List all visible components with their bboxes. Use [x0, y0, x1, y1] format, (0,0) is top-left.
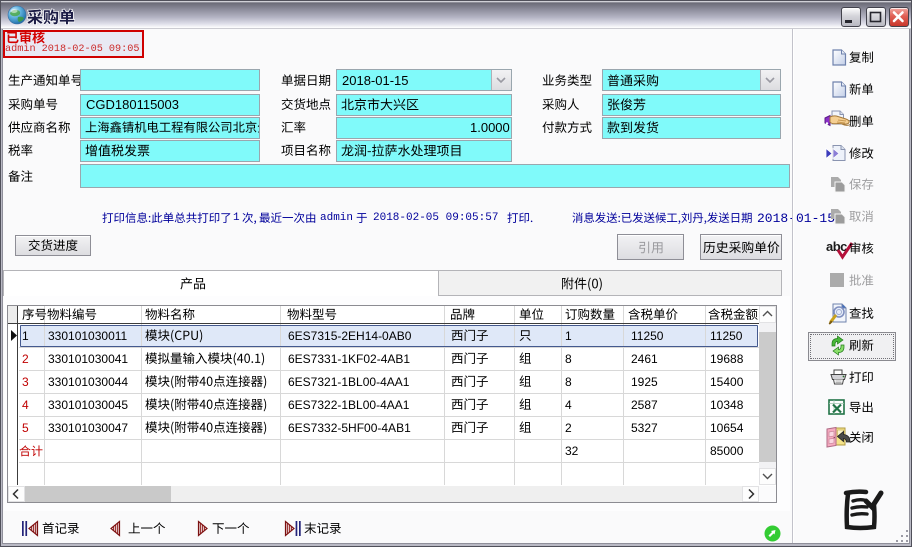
svg-text:abc: abc	[826, 239, 847, 254]
